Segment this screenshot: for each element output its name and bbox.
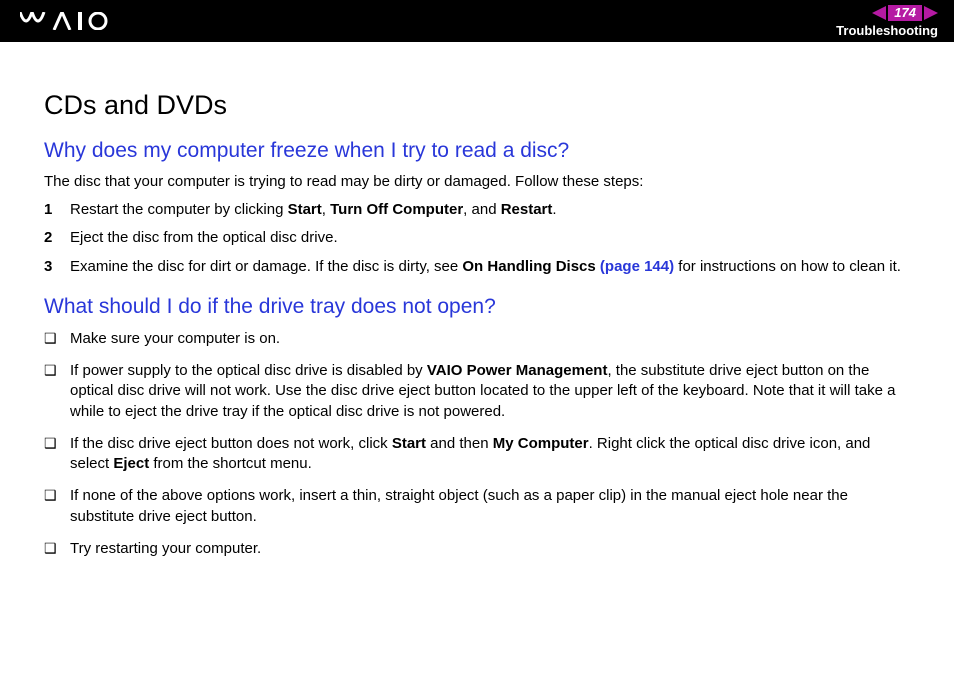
page-navigation: 174 bbox=[872, 5, 938, 21]
question-heading: What should I do if the drive tray does … bbox=[44, 295, 910, 319]
step-number: 3 bbox=[44, 257, 70, 277]
step-number: 2 bbox=[44, 228, 70, 248]
checkbox-bullet-icon: ❑ bbox=[44, 434, 70, 475]
checklist: ❑ Make sure your computer is on. ❑ If po… bbox=[44, 329, 910, 559]
next-page-arrow-icon[interactable] bbox=[924, 6, 938, 20]
page-link[interactable]: (page 144) bbox=[596, 258, 674, 275]
step-item: 1 Restart the computer by clicking Start… bbox=[44, 200, 910, 220]
step-item: 2 Eject the disc from the optical disc d… bbox=[44, 228, 910, 248]
list-item: ❑ Make sure your computer is on. bbox=[44, 329, 910, 349]
item-text: If the disc drive eject button does not … bbox=[70, 434, 910, 475]
step-text: Eject the disc from the optical disc dri… bbox=[70, 228, 910, 248]
checkbox-bullet-icon: ❑ bbox=[44, 329, 70, 349]
list-item: ❑ If none of the above options work, ins… bbox=[44, 486, 910, 527]
list-item: ❑ If the disc drive eject button does no… bbox=[44, 434, 910, 475]
prev-page-arrow-icon[interactable] bbox=[872, 6, 886, 20]
item-text: Make sure your computer is on. bbox=[70, 329, 910, 349]
list-item: ❑ Try restarting your computer. bbox=[44, 539, 910, 559]
header-nav: 174 Troubleshooting bbox=[836, 5, 938, 38]
page-header: 174 Troubleshooting bbox=[0, 0, 954, 42]
page-content: CDs and DVDs Why does my computer freeze… bbox=[0, 42, 954, 559]
step-text: Examine the disc for dirt or damage. If … bbox=[70, 257, 910, 277]
step-text: Restart the computer by clicking Start, … bbox=[70, 200, 910, 220]
list-item: ❑ If power supply to the optical disc dr… bbox=[44, 361, 910, 422]
section-label: Troubleshooting bbox=[836, 23, 938, 38]
vaio-logo bbox=[20, 12, 112, 30]
checkbox-bullet-icon: ❑ bbox=[44, 486, 70, 527]
intro-text: The disc that your computer is trying to… bbox=[44, 173, 910, 190]
page-title: CDs and DVDs bbox=[44, 90, 910, 121]
checkbox-bullet-icon: ❑ bbox=[44, 361, 70, 422]
item-text: Try restarting your computer. bbox=[70, 539, 910, 559]
numbered-steps: 1 Restart the computer by clicking Start… bbox=[44, 200, 910, 277]
page-number: 174 bbox=[888, 5, 922, 21]
question-heading: Why does my computer freeze when I try t… bbox=[44, 139, 910, 163]
step-number: 1 bbox=[44, 200, 70, 220]
checkbox-bullet-icon: ❑ bbox=[44, 539, 70, 559]
step-item: 3 Examine the disc for dirt or damage. I… bbox=[44, 257, 910, 277]
item-text: If none of the above options work, inser… bbox=[70, 486, 910, 527]
item-text: If power supply to the optical disc driv… bbox=[70, 361, 910, 422]
